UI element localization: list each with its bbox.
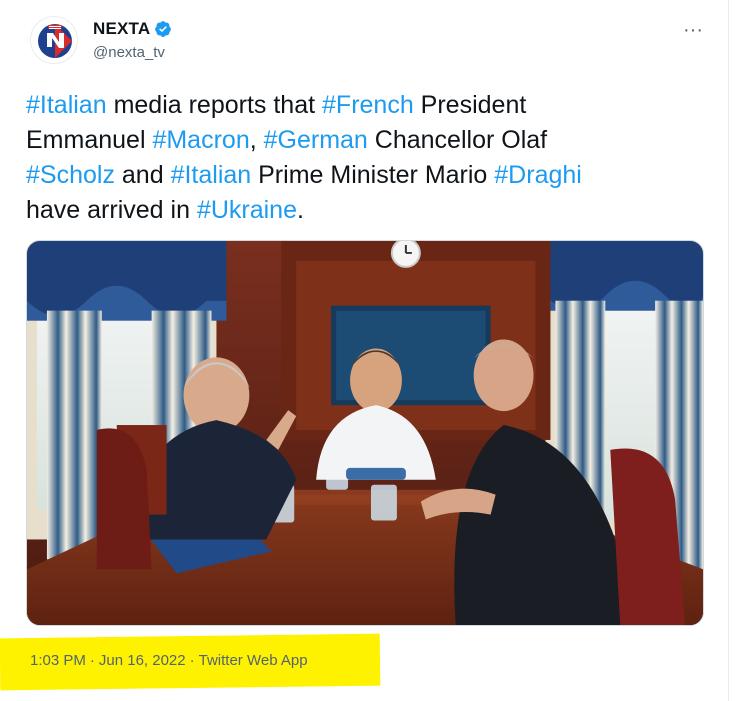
tweet-text-segment: and bbox=[114, 161, 171, 189]
hashtag-ukraine[interactable]: #Ukraine bbox=[197, 196, 297, 224]
display-name[interactable]: NEXTA bbox=[93, 19, 150, 39]
tweet-text-segment: media reports that bbox=[106, 91, 323, 119]
hashtag-italian-2[interactable]: #Italian bbox=[171, 161, 252, 189]
hashtag-macron[interactable]: #Macron bbox=[152, 126, 249, 154]
hashtag-scholz[interactable]: #Scholz bbox=[26, 161, 115, 189]
tweet-date[interactable]: Jun 16, 2022 bbox=[99, 652, 186, 669]
verified-badge-icon bbox=[155, 21, 172, 37]
tweet-text-segment: President bbox=[413, 91, 527, 119]
tweet-line-3: #Scholz and #Italian Prime Minister Mari… bbox=[26, 158, 706, 193]
nexta-logo-icon bbox=[31, 17, 77, 63]
hashtag-german[interactable]: #German bbox=[264, 126, 368, 154]
tweet-meta: 1:03 PM · Jun 16, 2022 · Twitter Web App bbox=[30, 652, 308, 669]
handle[interactable]: @nexta_tv bbox=[93, 44, 165, 61]
author-row[interactable]: NEXTA bbox=[93, 19, 172, 39]
tweet-card: NEXTA @nexta_tv ··· #Italian media repor… bbox=[0, 0, 741, 701]
tweet-time[interactable]: 1:03 PM bbox=[30, 652, 86, 669]
hashtag-french[interactable]: #French bbox=[322, 91, 414, 119]
avatar[interactable] bbox=[30, 16, 78, 64]
tweet-line-1: #Italian media reports that #French Pres… bbox=[26, 88, 706, 123]
tweet-text-segment: Prime Minister Mario bbox=[251, 161, 495, 189]
tweet-text-segment: . bbox=[297, 196, 304, 224]
tweet-photo[interactable] bbox=[26, 240, 704, 626]
tweet-line-2: Emmanuel #Macron, #German Chancellor Ola… bbox=[26, 123, 706, 158]
hashtag-draghi[interactable]: #Draghi bbox=[494, 161, 582, 189]
hashtag-italian[interactable]: #Italian bbox=[26, 91, 107, 119]
more-options-icon[interactable]: ··· bbox=[681, 20, 705, 40]
tweet-text-segment: Chancellor Olaf bbox=[367, 126, 548, 154]
meta-separator: · bbox=[189, 652, 195, 669]
card-border bbox=[728, 0, 729, 701]
tweet-source[interactable]: Twitter Web App bbox=[199, 652, 308, 669]
train-meeting-photo bbox=[27, 241, 703, 625]
tweet-text: #Italian media reports that #French Pres… bbox=[26, 88, 706, 228]
meta-separator: · bbox=[89, 652, 95, 669]
tweet-text-segment: have arrived in bbox=[26, 196, 197, 224]
tweet-text-segment: Emmanuel bbox=[26, 126, 153, 154]
tweet-text-segment: , bbox=[249, 126, 264, 154]
tweet-line-4: have arrived in #Ukraine. bbox=[26, 193, 706, 228]
